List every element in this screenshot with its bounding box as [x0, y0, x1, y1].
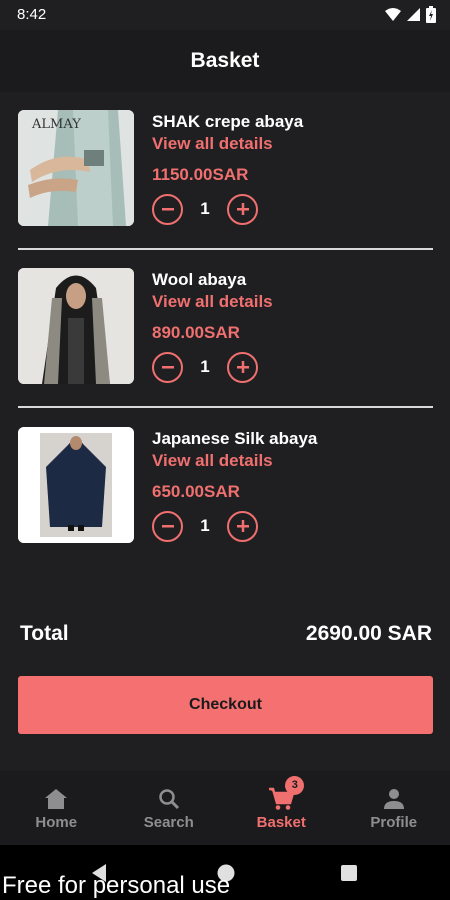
basket-item: Wool abaya View all details 890.00SAR 1 — [18, 268, 433, 386]
person-icon — [383, 788, 404, 809]
minus-icon — [161, 208, 174, 211]
nav-label: Search — [143, 813, 194, 831]
app-header: Basket — [0, 30, 450, 92]
basket-item: ALMAY SHAK crepe abaya View all details … — [18, 110, 433, 228]
increase-quantity-button[interactable] — [227, 351, 258, 383]
divider — [18, 248, 433, 250]
home-icon — [45, 788, 68, 809]
item-name: SHAK crepe abaya — [152, 112, 304, 131]
nav-label: Basket — [256, 813, 306, 831]
view-details-link[interactable]: View all details — [152, 451, 273, 471]
battery-icon — [426, 6, 436, 23]
checkout-button[interactable]: Checkout — [18, 676, 433, 734]
increase-quantity-button[interactable] — [227, 510, 258, 542]
minus-icon — [161, 366, 174, 369]
item-name: Wool abaya — [152, 270, 247, 289]
minus-icon — [161, 525, 174, 528]
page-title: Basket — [190, 49, 260, 72]
status-bar: 8:42 — [0, 0, 450, 30]
watermark-text: Free for personal use — [2, 872, 231, 899]
quantity-value: 1 — [200, 516, 210, 535]
quantity-value: 1 — [200, 199, 210, 218]
nav-item-home[interactable]: Home — [0, 771, 113, 845]
item-name: Japanese Silk abaya — [152, 429, 318, 448]
decrease-quantity-button[interactable] — [152, 193, 183, 225]
signal-icon — [407, 8, 420, 21]
nav-label: Home — [35, 813, 78, 831]
view-details-link[interactable]: View all details — [152, 134, 273, 154]
item-price: 890.00SAR — [152, 323, 240, 342]
search-icon — [159, 788, 179, 809]
nav-item-search[interactable]: Search — [113, 771, 226, 845]
decrease-quantity-button[interactable] — [152, 351, 183, 383]
status-time: 8:42 — [17, 6, 47, 23]
status-icons — [385, 6, 436, 23]
nav-item-basket[interactable]: 3 Basket — [225, 771, 338, 845]
cart-count-badge: 3 — [285, 775, 305, 795]
view-details-link[interactable]: View all details — [152, 292, 273, 312]
total-label: Total — [20, 622, 69, 645]
product-image[interactable]: ALMAY — [18, 110, 134, 226]
svg-text:ALMAY: ALMAY — [31, 117, 81, 132]
total-row: Total 2690.00 SAR — [20, 622, 432, 646]
item-price: 1150.00SAR — [152, 165, 249, 184]
increase-quantity-button[interactable] — [227, 193, 258, 225]
wifi-icon — [385, 7, 401, 21]
quantity-stepper: 1 — [152, 193, 258, 225]
quantity-stepper: 1 — [152, 510, 258, 542]
quantity-value: 1 — [200, 357, 210, 376]
decrease-quantity-button[interactable] — [152, 510, 183, 542]
quantity-stepper: 1 — [152, 351, 258, 383]
total-value: 2690.00 SAR — [305, 622, 432, 645]
divider — [18, 406, 433, 408]
nav-label: Profile — [370, 813, 418, 831]
plus-icon — [236, 520, 249, 532]
product-image[interactable] — [18, 268, 134, 384]
bottom-nav: Home Search 3 Basket Profile — [0, 771, 450, 845]
nav-item-profile[interactable]: Profile — [338, 771, 450, 845]
item-price: 650.00SAR — [152, 482, 240, 501]
plus-icon — [236, 361, 249, 373]
basket-item: Japanese Silk abaya View all details 650… — [18, 427, 433, 545]
plus-icon — [236, 203, 249, 215]
product-image[interactable] — [18, 427, 134, 543]
recents-icon[interactable] — [340, 864, 358, 882]
